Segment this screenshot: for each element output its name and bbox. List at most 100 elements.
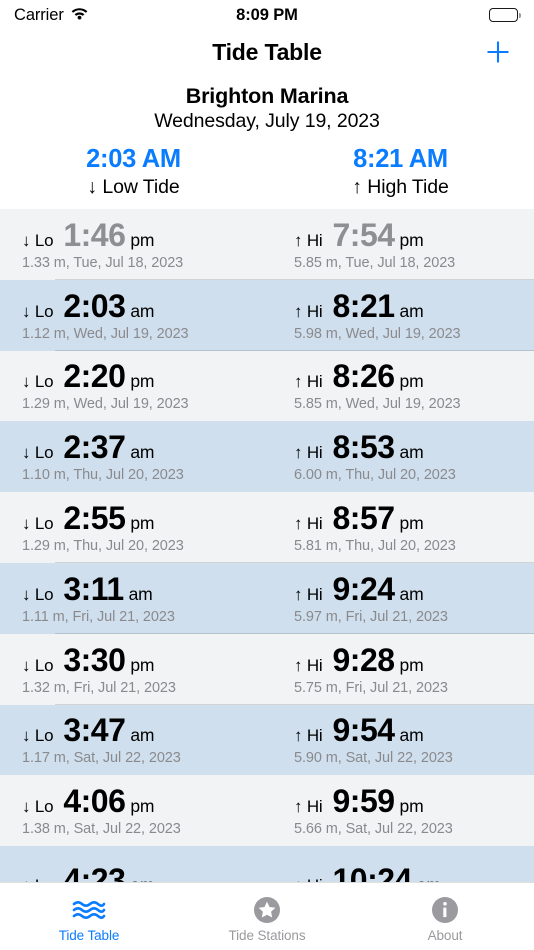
tide-cell-low: ↓ Lo 1:46 pm 1.33 m, Tue, Jul 18, 2023	[0, 217, 262, 271]
tide-height-date: 1.38 m, Sat, Jul 22, 2023	[22, 821, 181, 838]
tab-tide-stations[interactable]: Tide Stations	[178, 883, 356, 950]
tide-cell-low: ↓ Lo 4:23 am	[0, 863, 262, 882]
tide-cell-low: ↓ Lo 2:03 am 1.12 m, Wed, Jul 19, 2023	[0, 287, 262, 342]
tide-ampm: am	[399, 442, 424, 463]
tide-direction-label: ↑ Hi	[294, 797, 323, 817]
summary-low-time: 2:03 AM	[86, 145, 181, 173]
tide-direction-label: ↓ Lo	[22, 443, 54, 463]
tide-cell-low: ↓ Lo 2:20 pm 1.29 m, Wed, Jul 19, 2023	[0, 358, 262, 413]
tide-ampm: am	[130, 725, 155, 746]
tide-direction-label: ↓ Lo	[22, 726, 54, 746]
tide-cell-high: ↑ Hi 9:24 am 5.97 m, Fri, Jul 21, 2023	[262, 570, 534, 625]
tide-height-date: 5.90 m, Sat, Jul 22, 2023	[294, 750, 453, 767]
tide-cell-high: ↑ Hi 7:54 pm 5.85 m, Tue, Jul 18, 2023	[262, 216, 534, 271]
tide-height-date: 1.33 m, Tue, Jul 18, 2023	[22, 254, 184, 271]
tide-direction-label: ↓ Lo	[22, 584, 54, 604]
tide-low-main: ↓ Lo 1:46 pm	[22, 217, 262, 253]
table-row[interactable]: ↓ Lo 3:11 am 1.11 m, Fri, Jul 21, 2023 ↑…	[0, 562, 534, 634]
tide-time: 9:28	[332, 641, 395, 678]
tide-ampm: pm	[399, 654, 424, 675]
tide-low-main: ↓ Lo 2:37 am	[22, 430, 262, 465]
tab-label-tide-table: Tide Table	[58, 928, 120, 943]
tide-ampm: am	[399, 725, 424, 746]
table-row[interactable]: ↓ Lo 1:46 pm 1.33 m, Tue, Jul 18, 2023 ↑…	[0, 209, 534, 280]
tide-time: 2:37	[63, 429, 126, 466]
tide-direction-label: ↑ Hi	[294, 443, 323, 463]
star-circle-icon	[253, 895, 281, 925]
tide-time: 4:06	[63, 783, 126, 820]
tide-high-main: ↑ Hi 8:53 am	[294, 430, 534, 465]
tide-ampm: pm	[130, 371, 155, 392]
tide-height-date: 5.98 m, Wed, Jul 19, 2023	[294, 325, 461, 342]
tide-high-main: ↑ Hi 7:54 pm	[294, 216, 534, 253]
tide-height-date: 5.75 m, Fri, Jul 21, 2023	[294, 679, 448, 696]
tide-low-main: ↓ Lo 4:23 am	[22, 863, 262, 882]
tide-cell-low: ↓ Lo 3:11 am 1.11 m, Fri, Jul 21, 2023	[0, 570, 262, 625]
tide-list[interactable]: ↓ Lo 1:46 pm 1.33 m, Tue, Jul 18, 2023 ↑…	[0, 209, 534, 882]
tide-cell-high: ↑ Hi 8:26 pm 5.85 m, Wed, Jul 19, 2023	[262, 359, 534, 413]
tide-direction-label: ↓ Lo	[22, 514, 54, 534]
summary-low-tide: 2:03 AM ↓ Low Tide	[0, 144, 267, 200]
tide-time: 2:20	[63, 358, 126, 395]
tide-ampm: am	[130, 300, 155, 321]
tab-about[interactable]: About	[356, 883, 534, 950]
summary-high-label: ↑ High Tide	[352, 176, 449, 198]
tide-ampm: am	[130, 442, 155, 463]
table-row[interactable]: ↓ Lo 2:20 pm 1.29 m, Wed, Jul 19, 2023 ↑…	[0, 350, 534, 422]
tab-tide-table[interactable]: Tide Table	[0, 883, 178, 950]
tide-ampm: am	[399, 583, 424, 604]
tide-high-main: ↑ Hi 9:24 am	[294, 570, 534, 607]
waves-icon	[72, 895, 106, 925]
tide-direction-label: ↓ Lo	[22, 797, 54, 817]
tide-time: 7:54	[332, 216, 395, 253]
table-row[interactable]: ↓ Lo 4:23 am ↑ Hi 10:24 am	[0, 846, 534, 882]
summary-high-time: 8:21 AM	[353, 145, 448, 173]
tide-height-date: 1.17 m, Sat, Jul 22, 2023	[22, 750, 181, 767]
tide-time: 10:24	[332, 862, 412, 882]
tide-low-main: ↓ Lo 3:30 pm	[22, 642, 262, 678]
tide-time: 9:24	[332, 570, 395, 607]
tide-time: 3:11	[63, 570, 124, 607]
tide-height-date: 5.66 m, Sat, Jul 22, 2023	[294, 821, 453, 838]
tide-table-app: Carrier 8:09 PM Tide Table Brighton Mari…	[0, 0, 534, 950]
tide-ampm: am	[399, 300, 424, 321]
tide-cell-low: ↓ Lo 2:55 pm 1.29 m, Thu, Jul 20, 2023	[0, 500, 262, 555]
tab-label-tide-stations: Tide Stations	[228, 928, 306, 943]
station-header: Brighton Marina Wednesday, July 19, 2023	[0, 74, 534, 134]
navigation-bar: Tide Table	[0, 30, 534, 74]
tide-low-main: ↓ Lo 4:06 pm	[22, 784, 262, 819]
tide-ampm: am	[128, 583, 153, 604]
add-station-button[interactable]	[479, 33, 517, 71]
tide-high-main: ↑ Hi 8:21 am	[294, 287, 534, 324]
tide-time: 3:47	[63, 712, 126, 749]
tide-time: 8:21	[332, 287, 395, 324]
tide-cell-low: ↓ Lo 2:37 am 1.10 m, Thu, Jul 20, 2023	[0, 430, 262, 484]
table-row[interactable]: ↓ Lo 2:37 am 1.10 m, Thu, Jul 20, 2023 ↑…	[0, 421, 534, 493]
page-title: Tide Table	[212, 38, 322, 65]
tide-high-main: ↑ Hi 9:59 pm	[294, 784, 534, 819]
wifi-icon	[70, 5, 89, 25]
status-bar-left: Carrier	[14, 5, 89, 25]
tide-ampm: pm	[130, 513, 155, 534]
tide-low-main: ↓ Lo 2:03 am	[22, 287, 262, 324]
tide-time: 4:23	[63, 862, 126, 882]
tide-direction-label: ↑ Hi	[294, 584, 323, 604]
tide-ampm: pm	[130, 654, 155, 675]
status-bar: Carrier 8:09 PM	[0, 0, 534, 30]
tide-time: 2:03	[63, 287, 126, 324]
tide-high-main: ↑ Hi 8:26 pm	[294, 359, 534, 394]
table-row[interactable]: ↓ Lo 3:47 am 1.17 m, Sat, Jul 22, 2023 ↑…	[0, 704, 534, 776]
tide-direction-label: ↑ Hi	[294, 372, 323, 392]
station-name: Brighton Marina	[185, 84, 349, 108]
tide-height-date: 5.85 m, Tue, Jul 18, 2023	[294, 254, 456, 271]
table-row[interactable]: ↓ Lo 3:30 pm 1.32 m, Fri, Jul 21, 2023 ↑…	[0, 633, 534, 705]
table-row[interactable]: ↓ Lo 4:06 pm 1.38 m, Sat, Jul 22, 2023 ↑…	[0, 775, 534, 847]
tide-ampm: am	[130, 875, 154, 882]
tide-time: 8:53	[332, 429, 395, 466]
table-row[interactable]: ↓ Lo 2:55 pm 1.29 m, Thu, Jul 20, 2023 ↑…	[0, 492, 534, 563]
tide-time: 2:55	[63, 500, 126, 537]
summary-high-tide: 8:21 AM ↑ High Tide	[267, 144, 534, 200]
tide-time: 9:54	[332, 712, 395, 749]
table-row[interactable]: ↓ Lo 2:03 am 1.12 m, Wed, Jul 19, 2023 ↑…	[0, 279, 534, 351]
plus-icon	[487, 41, 509, 63]
